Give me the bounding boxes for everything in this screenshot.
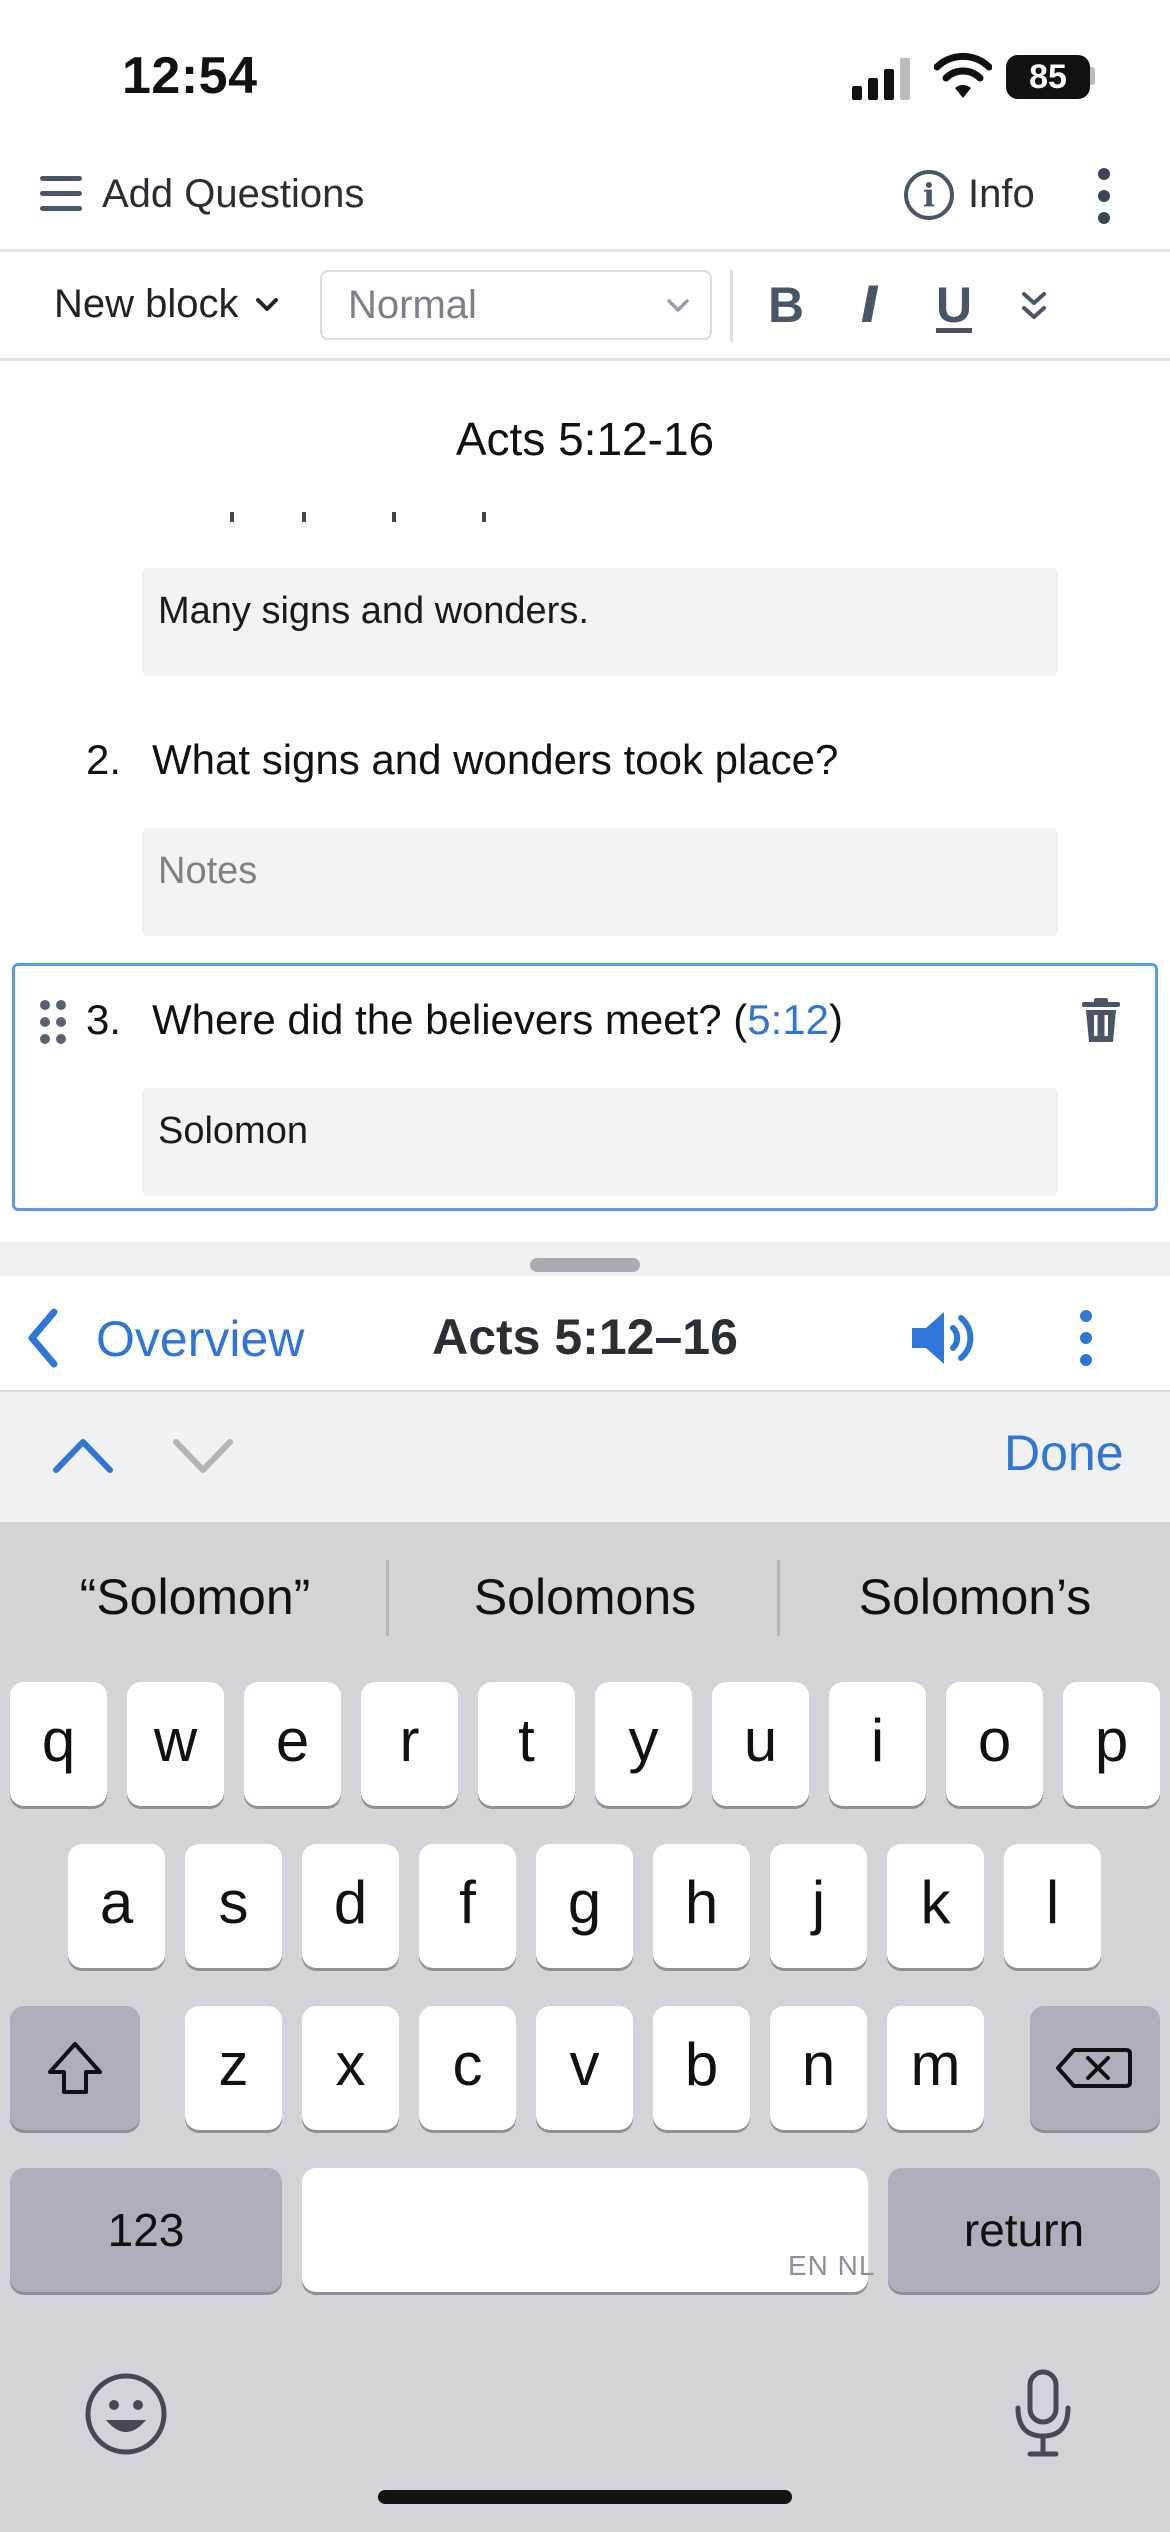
more-vert-icon[interactable] — [1092, 168, 1116, 224]
key-u[interactable]: u — [712, 1682, 809, 1806]
shift-key[interactable] — [10, 2006, 140, 2130]
document-title: Acts 5:12-16 — [455, 413, 715, 465]
key-r[interactable]: r — [361, 1682, 458, 1806]
key-i[interactable]: i — [829, 1682, 926, 1806]
backspace-icon — [1056, 2048, 1132, 2088]
key-v[interactable]: v — [536, 2006, 633, 2130]
italic-button[interactable]: I — [842, 276, 898, 336]
block-type-dropdown[interactable]: New block — [54, 282, 239, 327]
key-w[interactable]: w — [127, 1682, 224, 1806]
clipped-text-line — [230, 512, 530, 526]
speaker-icon[interactable] — [910, 1308, 976, 1368]
key-n[interactable]: n — [770, 2006, 867, 2130]
key-k[interactable]: k — [887, 1844, 984, 1968]
answer-field-1[interactable]: Many signs and wonders. — [142, 568, 1058, 676]
key-x[interactable]: x — [302, 2006, 399, 2130]
answer-field-2[interactable]: Notes — [142, 828, 1058, 936]
suggestion-3[interactable]: Solomon’s — [780, 1568, 1170, 1626]
chevron-down-icon[interactable] — [252, 290, 282, 320]
question-number: 2. — [86, 736, 122, 783]
divider — [0, 249, 1170, 252]
key-f[interactable]: f — [419, 1844, 516, 1968]
key-j[interactable]: j — [770, 1844, 867, 1968]
key-z[interactable]: z — [185, 2006, 282, 2130]
sheet-grabber[interactable] — [530, 1258, 640, 1272]
keyboard-language-label: EN NL — [788, 2250, 876, 2281]
wifi-icon — [934, 52, 992, 98]
battery-icon: 85 — [1006, 55, 1090, 99]
key-d[interactable]: d — [302, 1844, 399, 1968]
key-a[interactable]: a — [68, 1844, 165, 1968]
home-indicator[interactable] — [378, 2490, 792, 2504]
return-key[interactable]: return — [888, 2168, 1160, 2292]
key-q[interactable]: q — [10, 1682, 107, 1806]
question-text: What signs and wonders took place? — [152, 736, 839, 783]
key-t[interactable]: t — [478, 1682, 575, 1806]
cellular-signal-icon — [852, 58, 910, 100]
passage-title: Acts 5:12–16 — [432, 1309, 738, 1365]
info-icon[interactable]: i — [904, 170, 954, 220]
menu-icon[interactable] — [40, 176, 82, 212]
bold-button[interactable]: B — [758, 276, 814, 336]
double-chevron-down-icon[interactable] — [1014, 288, 1054, 326]
key-g[interactable]: g — [536, 1844, 633, 1968]
battery-nub — [1090, 67, 1095, 85]
more-vert-icon[interactable] — [1074, 1310, 1098, 1366]
page-title: Add Questions — [102, 172, 365, 216]
key-h[interactable]: h — [653, 1844, 750, 1968]
question-text: Where did the believers meet? (5:12) — [152, 996, 843, 1044]
drag-handle-icon[interactable] — [40, 1000, 68, 1044]
key-o[interactable]: o — [946, 1682, 1043, 1806]
toolbar-separator — [730, 270, 733, 342]
space-key[interactable] — [302, 2168, 868, 2292]
key-m[interactable]: m — [887, 2006, 984, 2130]
text-style-value: Normal — [348, 283, 477, 327]
key-y[interactable]: y — [595, 1682, 692, 1806]
chevron-up-icon[interactable] — [50, 1430, 116, 1480]
key-c[interactable]: c — [419, 2006, 516, 2130]
key-s[interactable]: s — [185, 1844, 282, 1968]
microphone-icon[interactable] — [1008, 2368, 1078, 2458]
numbers-key[interactable]: 123 — [10, 2168, 282, 2292]
question-number: 3. — [86, 996, 122, 1043]
key-l[interactable]: l — [1004, 1844, 1101, 1968]
key-p[interactable]: p — [1063, 1682, 1160, 1806]
question-text-end: ) — [829, 996, 844, 1043]
backspace-key[interactable] — [1030, 2006, 1160, 2130]
suggestion-1[interactable]: “Solomon” — [0, 1568, 390, 1626]
question-text-start: Where did the believers meet? ( — [152, 996, 748, 1043]
suggestion-separator — [386, 1560, 389, 1636]
key-e[interactable]: e — [244, 1682, 341, 1806]
suggestion-2[interactable]: Solomons — [390, 1568, 780, 1626]
verse-reference-link[interactable]: 5:12 — [747, 996, 829, 1043]
divider — [0, 358, 1170, 361]
chevron-down-icon — [667, 299, 689, 312]
done-button[interactable]: Done — [1004, 1424, 1124, 1482]
answer-field-3[interactable]: Solomon — [142, 1088, 1058, 1196]
emoji-icon[interactable] — [84, 2372, 168, 2456]
status-time: 12:54 — [122, 47, 258, 105]
chevron-down-icon[interactable] — [170, 1430, 236, 1480]
shift-icon — [48, 2042, 102, 2094]
underline-button[interactable]: U — [926, 276, 982, 336]
key-b[interactable]: b — [653, 2006, 750, 2130]
trash-icon[interactable] — [1082, 998, 1120, 1042]
info-button[interactable]: Info — [968, 172, 1035, 217]
